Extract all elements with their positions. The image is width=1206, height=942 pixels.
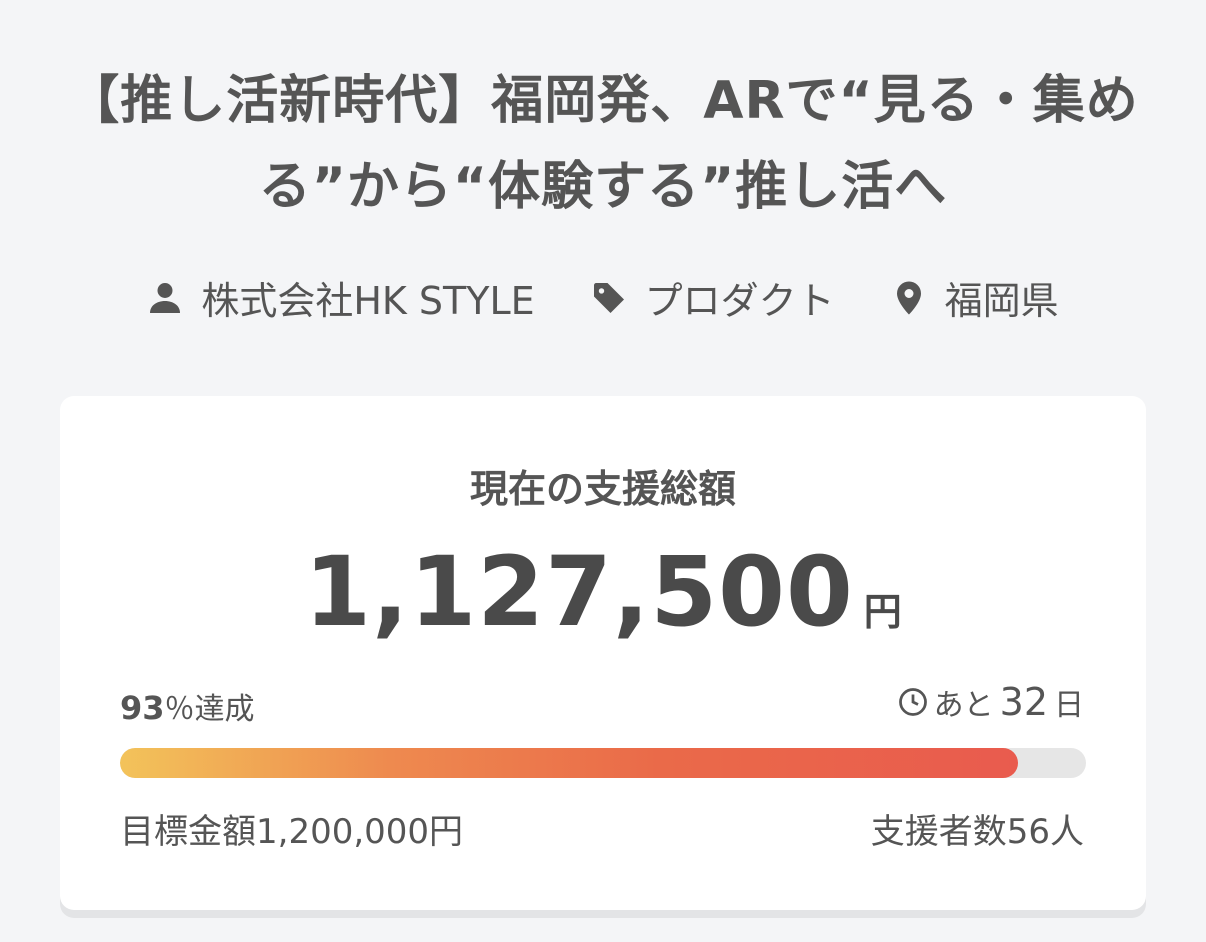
project-meta: 株式会社HK STYLE プロダクト 福岡県	[0, 270, 1206, 325]
achievement-percent: 93	[120, 689, 165, 727]
achievement-rate: 93％達成	[120, 684, 255, 728]
clock-icon	[898, 688, 927, 716]
person-icon	[150, 282, 181, 313]
progress-bar	[120, 748, 1086, 778]
remaining-suffix: 日	[1054, 688, 1084, 723]
remaining-prefix: あと	[933, 688, 994, 723]
achievement-suffix: ％達成	[164, 692, 255, 727]
project-title: 【推し活新時代】福岡発、ARで“見る・集める”から“体験する”推し活へ	[67, 71, 1139, 217]
funding-label: 現在の支援総額	[469, 467, 736, 511]
category-name: プロダクト	[644, 279, 835, 323]
currency-label: 円	[863, 590, 902, 634]
location-name: 福岡県	[944, 279, 1059, 323]
map-pin-icon	[896, 281, 921, 314]
supporter-count: 支援者数56人	[870, 812, 1084, 852]
location-link[interactable]: 福岡県	[891, 270, 1059, 325]
funding-amount-row: 1,127,500 円	[60, 536, 1146, 648]
category-link[interactable]: プロダクト	[591, 270, 835, 325]
progress-bar-fill	[120, 748, 1019, 778]
funding-amount: 1,127,500	[304, 536, 854, 648]
tag-icon	[593, 282, 624, 313]
goal-amount: 目標金額1,200,000円	[120, 812, 464, 852]
remaining-time: あと 32 日	[898, 680, 1084, 724]
owner-link[interactable]: 株式会社HK STYLE	[147, 270, 535, 325]
owner-name: 株式会社HK STYLE	[201, 279, 535, 323]
remaining-days: 32	[999, 680, 1048, 724]
